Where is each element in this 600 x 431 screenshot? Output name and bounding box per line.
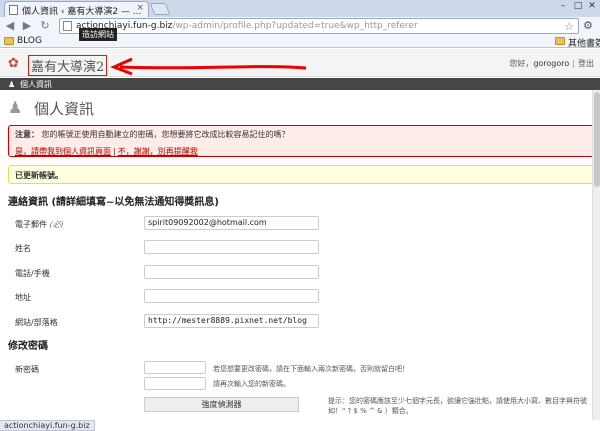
email-field[interactable]: spirit09092002@hotmail.com [144, 216, 319, 230]
phone-label: 電話/手機 [15, 269, 50, 278]
site-logo-icon: ✿ [8, 56, 19, 71]
tab-close-icon[interactable]: × [136, 3, 144, 13]
password-hint-1: 若您想要更改密碼，請在下面輸入兩次新密碼，否則就留白吧！ [213, 365, 409, 373]
address-bar[interactable]: actionchiayi.fun-g.biz/wp-admin/profile.… [59, 18, 579, 34]
user-greeting: 您好，gorogoro | 登出 [509, 58, 594, 69]
bookmark-star-icon[interactable]: ☆ [564, 20, 574, 33]
reload-icon[interactable]: ↻ [38, 19, 52, 33]
back-icon[interactable]: ◀ [3, 19, 17, 33]
page-favicon-icon [9, 5, 18, 15]
notice-links: 是，請帶我到個人資訊頁面 | 不，謝謝，別再提醒我 [15, 146, 587, 157]
bookmark-other[interactable]: 其他書簽 [555, 36, 600, 49]
password-nag-notice: 注意： 您的帳號正使用自動建立的密碼，您想要將它改成比較容易記住的嗎？ 是，請帶… [8, 125, 594, 157]
new-tab-button[interactable] [149, 3, 171, 15]
maximize-icon[interactable]: □ [571, 1, 585, 13]
wrench-icon[interactable]: ⚙ [583, 19, 593, 32]
folder-icon [4, 37, 14, 45]
page-title-text: 個人資訊 [34, 100, 95, 118]
address-path: /wp-admin/profile.php?updated=true&wp_ht… [172, 21, 418, 31]
status-bar: actionchiayi.fun-g.biz [0, 420, 95, 431]
page-icon [63, 21, 72, 31]
howdy-text: 您好， [509, 59, 534, 68]
browser-tabstrip: 個人資訊 ‹ 嘉有大導演2 — ... × – □ ✕ [0, 0, 600, 17]
wp-menu-bar: ♟ 個人資訊 [0, 78, 600, 90]
menu-item-profile-label: 個人資訊 [20, 80, 52, 89]
page-title: ♟ 個人資訊 [8, 98, 94, 119]
contact-section-title: 連絡資訊 (請詳細填寫~以免無法通知得獎訊息) [8, 197, 220, 208]
confirm-password-field[interactable] [144, 377, 206, 390]
required-hint: (必) [49, 220, 64, 229]
address-field[interactable] [144, 289, 319, 303]
page-scrollbar[interactable] [592, 90, 600, 420]
scrollbar-thumb[interactable] [594, 92, 600, 187]
notice-text: 您的帳號正使用自動建立的密碼，您想要將它改成比較容易記住的嗎？ [41, 130, 290, 139]
new-password-field[interactable] [144, 361, 206, 374]
forward-icon[interactable]: ▶ [20, 19, 34, 33]
email-label: 電子郵件 (必) [15, 219, 64, 230]
browser-tab[interactable]: 個人資訊 ‹ 嘉有大導演2 — ... × [4, 1, 149, 17]
password-section-title: 修改密碼 [8, 341, 48, 352]
password-strength-tip: 提示：您的密碼應該至少七個字元長，欲讓它強壯點，請使用大小寫、數目字與符號如！"… [328, 397, 587, 415]
tab-title: 個人資訊 ‹ 嘉有大導演2 — ... [22, 7, 142, 17]
name-field[interactable] [144, 240, 319, 254]
website-label: 網站/部落格 [15, 318, 58, 327]
separator: | [572, 59, 575, 68]
bookmark-blog-label: BLOG [17, 36, 42, 46]
notice-label: 注意： [15, 130, 39, 139]
window-close-icon[interactable]: ✕ [585, 1, 599, 13]
users-icon: ♟ [8, 80, 16, 89]
red-arrow-annotation [110, 57, 307, 76]
bookmark-other-label: 其他書簽 [568, 39, 600, 49]
profile-icon: ♟ [8, 98, 23, 117]
visit-site-button[interactable]: 造訪網站 [79, 28, 117, 41]
address-label: 地址 [15, 293, 31, 302]
menu-item-profile[interactable]: ♟ 個人資訊 [8, 79, 52, 90]
email-label-text: 電子郵件 [15, 220, 47, 229]
folder-icon [555, 37, 565, 45]
new-password-label: 新密碼 [15, 365, 39, 374]
logout-link[interactable]: 登出 [578, 59, 594, 68]
site-title[interactable]: 嘉有大導演2 [28, 55, 108, 76]
username-link[interactable]: gorogoro [533, 59, 569, 68]
dismiss-link[interactable]: 不，謝謝，別再提醒我 [118, 147, 198, 156]
updated-notice: 已更新帳號。 [8, 165, 594, 184]
separator: | [113, 147, 116, 156]
name-label: 姓名 [15, 244, 31, 253]
bookmark-blog[interactable]: BLOG [4, 36, 42, 46]
strength-indicator: 強度偵測器 [144, 397, 299, 412]
password-hint-2: 請再次輸入您的新密碼。 [213, 380, 290, 388]
phone-field[interactable] [144, 265, 319, 279]
website-field[interactable]: http://mester8889.pixnet.net/blog [144, 314, 319, 328]
notice-message: 注意： 您的帳號正使用自動建立的密碼，您想要將它改成比較容易記住的嗎？ [15, 129, 587, 140]
minimize-icon[interactable]: – [556, 1, 570, 13]
go-to-profile-link[interactable]: 是，請帶我到個人資訊頁面 [15, 147, 111, 156]
